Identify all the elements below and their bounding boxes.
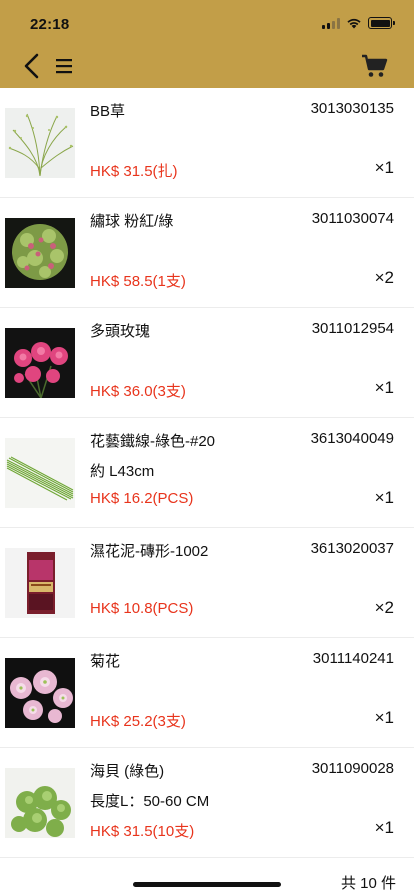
item-quantity: ×2 <box>374 268 394 287</box>
item-spec: 約 L43cm <box>90 463 155 480</box>
bb-grass-image <box>5 108 75 178</box>
item-quantity: ×1 <box>374 818 394 837</box>
item-price: HK$ 16.2(PCS) <box>90 490 194 507</box>
home-indicator[interactable] <box>133 882 281 887</box>
item-name: 繡球 粉紅/綠 <box>90 213 174 230</box>
item-name: 海貝 (綠色) <box>90 763 165 780</box>
cart-item[interactable]: 多頭玫瑰 3011012954 HK$ 36.0(3支) ×1 <box>0 308 414 418</box>
spray-rose-image <box>5 328 75 398</box>
hydrangea-image <box>5 218 75 288</box>
item-quantity: ×1 <box>374 708 394 727</box>
cart-item[interactable]: 濕花泥-磚形-1002 3613020037 HK$ 10.8(PCS) ×2 <box>0 528 414 638</box>
hamburger-menu-icon[interactable] <box>53 54 75 78</box>
item-code: 3011140241 <box>312 650 394 667</box>
bells-of-ireland-image <box>5 768 75 838</box>
item-price: HK$ 58.5(1支) <box>90 273 186 290</box>
item-code: 3011030074 <box>311 210 394 227</box>
item-code: 3011012954 <box>311 320 394 337</box>
item-code: 3613020037 <box>310 540 394 557</box>
item-price: HK$ 10.8(PCS) <box>90 600 194 617</box>
item-quantity: ×1 <box>374 158 394 177</box>
item-price: HK$ 31.5(10支) <box>90 823 195 840</box>
chevron-left-icon[interactable] <box>20 52 44 80</box>
item-code: 3011090028 <box>311 760 394 777</box>
battery-icon <box>368 17 395 29</box>
status-time: 22:18 <box>30 16 70 33</box>
item-price: HK$ 31.5(扎) <box>90 163 178 180</box>
item-code: 3013030135 <box>310 100 394 117</box>
floral-foam-image <box>5 548 75 618</box>
item-price: HK$ 36.0(3支) <box>90 383 186 400</box>
item-spec: 長度L：50-60 CM <box>90 793 210 810</box>
cart-item[interactable]: 花藝鐵線-綠色-#20 約 L43cm 3613040049 HK$ 16.2(… <box>0 418 414 528</box>
shopping-cart-icon[interactable] <box>360 52 388 80</box>
cart-item-list: BB草 3013030135 HK$ 31.5(扎) ×1 繡球 粉紅/綠 30… <box>0 88 414 858</box>
status-icons <box>322 16 395 30</box>
cart-item[interactable]: 海貝 (綠色) 長度L：50-60 CM 3011090028 HK$ 31.5… <box>0 748 414 858</box>
item-name: BB草 <box>90 103 126 120</box>
cart-item[interactable]: 繡球 粉紅/綠 3011030074 HK$ 58.5(1支) ×2 <box>0 198 414 308</box>
cart-item[interactable]: BB草 3013030135 HK$ 31.5(扎) ×1 <box>0 88 414 198</box>
item-price: HK$ 25.2(3支) <box>90 713 186 730</box>
item-name: 多頭玫瑰 <box>90 323 151 340</box>
item-code: 3613040049 <box>310 430 394 447</box>
cellular-signal-icon <box>322 17 340 29</box>
item-name: 濕花泥-磚形-1002 <box>90 543 209 560</box>
item-quantity: ×1 <box>374 488 394 507</box>
chrysanthemum-image <box>5 658 75 728</box>
item-name: 花藝鐵線-綠色-#20 <box>90 433 216 450</box>
floral-wire-image <box>5 438 75 508</box>
item-quantity: ×2 <box>374 598 394 617</box>
cart-item[interactable]: 菊花 3011140241 HK$ 25.2(3支) ×1 <box>0 638 414 748</box>
app-header: 22:18 <box>0 0 414 88</box>
item-name: 菊花 <box>90 653 121 670</box>
item-quantity: ×1 <box>374 378 394 397</box>
wifi-icon <box>347 18 361 29</box>
cart-total-count: 共 10 件 <box>340 875 396 892</box>
